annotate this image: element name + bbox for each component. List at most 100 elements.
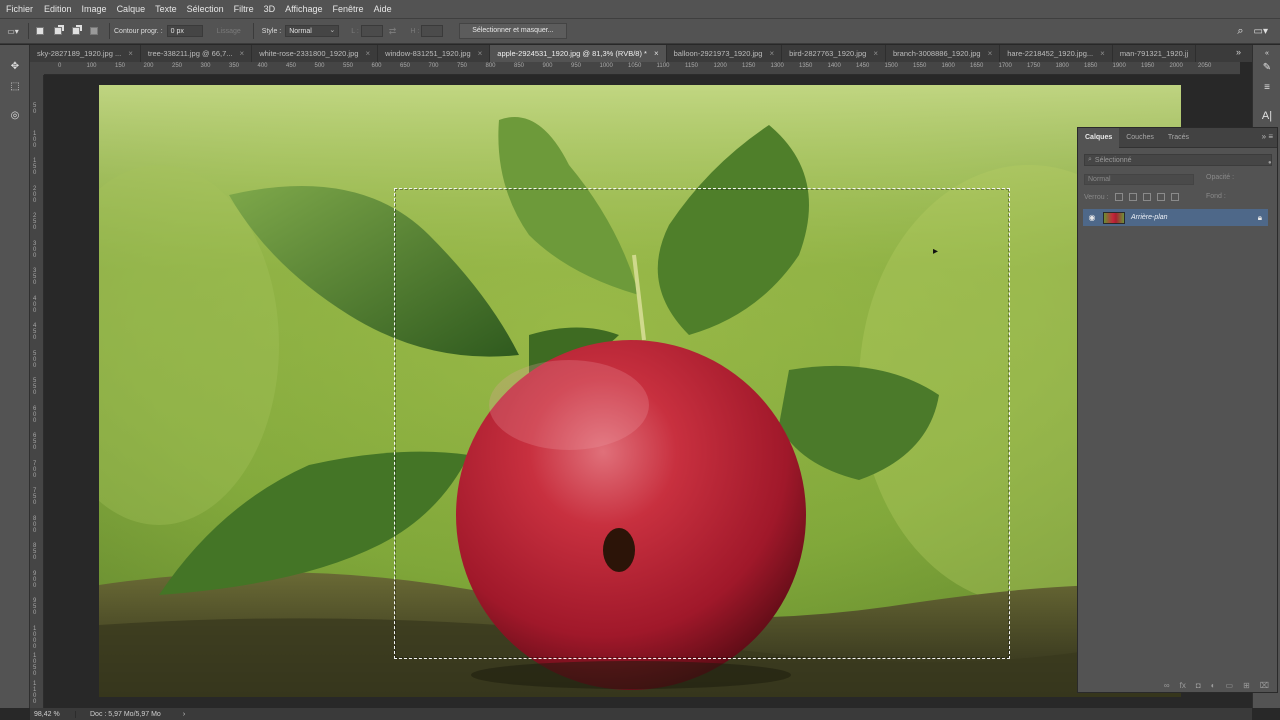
tab-document[interactable]: tree-338211.jpg @ 66,7... × [141,45,253,62]
layers-panel: Calques Couches Tracés » ≡ ⌕ Sélectionné… [1077,127,1278,693]
zoom-level[interactable]: 98,42 % [30,710,76,718]
tab-document[interactable]: bird-2827763_1920.jpg × [782,45,886,62]
tab-document[interactable]: man-791321_1920.jj [1113,45,1197,62]
ruler-tick-label: 1900 [1112,63,1126,69]
menu-aide[interactable]: Aide [374,4,392,14]
layers-footer: ∞ fx ◘ ◐ ▭ ⊞ ⌧ [1078,678,1277,692]
ruler-tick-label: 150 [115,63,126,69]
status-menu-icon[interactable]: › [183,711,185,718]
collapse-icon[interactable]: « [1260,47,1274,61]
menu-image[interactable]: Image [82,4,107,14]
fx-icon[interactable]: fx [1180,681,1186,690]
ruler-tick-label: 950 [571,63,582,69]
lock-row: Verrou : [1084,193,1179,201]
menu-fenetre[interactable]: Fenêtre [333,4,364,14]
link-icon[interactable]: ∞ [1164,681,1170,690]
style-select[interactable]: Normal ⌄ [285,25,340,37]
tab-label: bird-2827763_1920.jpg [789,49,867,58]
panel-resize-handle[interactable]: ● [1268,160,1272,166]
layer-filter-input[interactable]: ⌕ Sélectionné [1084,154,1272,166]
tab-document[interactable]: balloon-2921973_1920.jpg × [667,45,783,62]
ruler-tick-label: 1100 [656,63,670,69]
lasso-tool-icon[interactable]: ◎ [8,109,22,123]
height-label: H : [410,27,420,35]
adjustments-icon[interactable]: ≡ [1260,81,1274,95]
tab-document-active[interactable]: apple-2924531_1920.jpg @ 81,3% (RVB/8) *… [490,45,667,62]
lock-position-icon[interactable] [1142,193,1151,201]
close-icon[interactable]: × [478,49,483,58]
canvas-area[interactable]: ▸ [44,75,1240,708]
subtract-selection-icon[interactable] [69,24,83,38]
select-and-mask-button[interactable]: Sélectionner et masquer... [459,23,567,39]
ruler-horizontal[interactable]: 0 100 150 200 250 300 350 400 450 500 550 600 650 700… [44,62,1240,75]
close-icon[interactable]: × [365,49,370,58]
swap-dimensions-icon[interactable]: ⇄ [389,26,397,37]
selection-marquee[interactable] [394,188,1010,659]
antialias-checkbox[interactable]: Lissage [217,28,241,35]
trash-icon[interactable]: ⌧ [1260,681,1269,690]
new-selection-icon[interactable] [33,24,47,38]
tab-couches[interactable]: Couches [1119,128,1161,148]
layer-row[interactable]: ◉ Arrière-plan 🔒︎ [1083,209,1268,226]
close-icon[interactable]: × [1100,49,1105,58]
close-icon[interactable]: × [769,49,774,58]
character-icon[interactable]: A| [1260,109,1274,123]
tab-traces[interactable]: Tracés [1161,128,1196,148]
lock-artboard-icon[interactable] [1156,193,1165,201]
intersect-selection-icon[interactable] [87,24,101,38]
close-icon[interactable]: × [128,49,133,58]
search-icon[interactable]: ⌕ [1237,25,1243,38]
tab-document[interactable]: window-831251_1920.jpg × [378,45,491,62]
search-icon: ⌕ [1088,156,1092,163]
ruler-vertical[interactable]: 50 100 150 200 250 300 350 400 450 500 550 600 650 70… [30,75,44,708]
menu-texte[interactable]: Texte [155,4,177,14]
tab-calques[interactable]: Calques [1078,127,1120,148]
new-layer-icon[interactable]: ⊞ [1243,681,1250,690]
menu-affichage[interactable]: Affichage [285,4,322,14]
lock-paint-icon[interactable] [1128,193,1137,201]
brush-settings-icon[interactable]: ✎ [1260,61,1274,75]
tool-preset-icon[interactable]: ▭▾ [2,21,24,41]
ruler-tick-label: 600 [33,405,37,424]
tab-document[interactable]: white-rose-2331800_1920.jpg × [252,45,379,62]
marquee-tool-icon[interactable]: ⬚ [8,80,22,94]
move-tool-icon[interactable]: ✥ [8,60,22,74]
menu-3d[interactable]: 3D [264,4,276,14]
ruler-tick-label: 800 [485,63,496,69]
add-selection-icon[interactable] [51,24,65,38]
close-icon[interactable]: × [240,49,245,58]
panel-menu-icon[interactable]: » ≡ [1262,132,1273,141]
doc-size: Doc : 5,97 Mo/5,97 Mo [90,710,161,718]
feather-input[interactable]: 0 px [166,25,203,37]
width-input[interactable] [360,25,383,37]
menu-selection[interactable]: Sélection [187,4,224,14]
blend-mode-select[interactable]: Normal [1084,174,1194,185]
ruler-tick-label: 350 [33,268,37,286]
menu-fichier[interactable]: Fichier [6,4,33,14]
close-icon[interactable]: × [988,49,993,58]
menu-filtre[interactable]: Filtre [234,4,254,14]
tabs-overflow-icon[interactable]: » [1236,47,1241,57]
ruler-tick-label: 250 [172,63,183,69]
tab-document[interactable]: hare-2218452_1920.jpg... × [1000,45,1113,62]
adjustment-layer-icon[interactable]: ◐ [1211,681,1216,690]
workspace-icon[interactable]: ▭▾ [1254,26,1268,37]
filter-placeholder: Sélectionné [1094,156,1132,164]
lock-all-icon[interactable] [1170,193,1179,201]
menu-calque[interactable]: Calque [117,4,146,14]
folder-icon[interactable]: ▭ [1226,681,1234,690]
ruler-tick-label: 650 [33,433,37,451]
menu-edition[interactable]: Edition [44,4,72,14]
tab-document[interactable]: sky-2827189_1920.jpg ... × [30,45,141,62]
height-input[interactable] [421,25,444,37]
lock-pixels-icon[interactable] [1114,193,1123,201]
ruler-tick-label: 50 [33,103,37,115]
eye-icon[interactable]: ◉ [1085,213,1099,222]
ruler-tick-label: 700 [428,63,439,69]
ruler-corner[interactable] [30,62,44,75]
close-icon[interactable]: × [654,49,659,58]
ruler-tick-label: 750 [457,63,468,69]
tab-document[interactable]: branch-3008886_1920.jpg × [886,45,1001,62]
mask-icon[interactable]: ◘ [1196,681,1201,690]
close-icon[interactable]: × [873,49,878,58]
